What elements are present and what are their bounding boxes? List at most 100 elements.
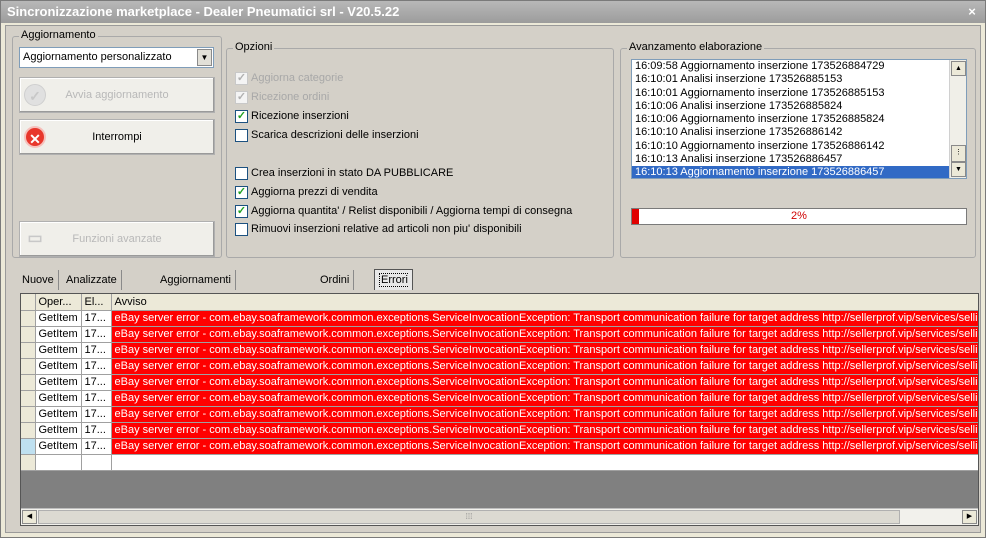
cell-avviso[interactable]: eBay server error - com.ebay.soaframewor… xyxy=(111,374,978,391)
tab-2[interactable]: Aggiornamenti effettuati (598) xyxy=(156,270,236,306)
tab-0[interactable]: Nuove xyxy=(18,270,59,290)
table-row[interactable]: GetItem 17... eBay server error - com.ebay… xyxy=(21,438,978,455)
option-5[interactable]: ✓ Aggiorna prezzi di vendita xyxy=(235,185,378,201)
log-line[interactable]: 16:10:13 Aggiornamento inserzione 173526… xyxy=(632,166,966,178)
table-row[interactable]: GetItem 17... eBay server error - com.ebay… xyxy=(21,342,978,359)
column-header-elemento[interactable]: El... xyxy=(81,294,112,311)
option-checkbox[interactable]: ✓ xyxy=(235,90,248,104)
option-checkbox[interactable] xyxy=(235,166,248,180)
table-row[interactable]: GetItem 17... eBay server error - com.ebay… xyxy=(21,390,978,407)
option-checkbox[interactable]: ✓ xyxy=(235,185,248,199)
row-header[interactable] xyxy=(21,342,36,359)
cell-avviso[interactable]: eBay server error - com.ebay.soaframewor… xyxy=(111,390,978,407)
cell-operazione[interactable]: GetItem xyxy=(35,390,82,407)
cell-operazione[interactable]: GetItem xyxy=(35,406,82,423)
cell-operazione[interactable]: GetItem xyxy=(35,310,82,327)
option-checkbox[interactable] xyxy=(235,128,248,142)
log-line[interactable]: 16:10:06 Aggiornamento inserzione 173526… xyxy=(632,113,966,126)
close-icon[interactable]: × xyxy=(965,1,979,23)
table-row[interactable]: GetItem 17... eBay server error - com.ebay… xyxy=(21,358,978,375)
cell-elemento[interactable]: 17... xyxy=(81,326,112,343)
cell-operazione[interactable]: GetItem xyxy=(35,422,82,439)
option-checkbox[interactable]: ✓ xyxy=(235,109,248,123)
log-line[interactable]: 16:10:10 Analisi inserzione 173526886142 xyxy=(632,126,966,139)
grid-hscrollbar[interactable]: ◀ ⁞⁞⁞ ▶ xyxy=(21,508,978,525)
advanced-functions-button[interactable]: ▭ Funzioni avanzate xyxy=(19,221,215,257)
cell-avviso[interactable]: eBay server error - com.ebay.soaframewor… xyxy=(111,342,978,359)
empty-cell[interactable] xyxy=(35,454,82,471)
tab-1[interactable]: Analizzate (738) xyxy=(62,270,122,306)
log-line[interactable]: 16:10:10 Aggiornamento inserzione 173526… xyxy=(632,140,966,153)
option-checkbox[interactable]: ✓ xyxy=(235,71,248,85)
cell-operazione[interactable]: GetItem xyxy=(35,438,82,455)
column-header-avviso[interactable]: Avviso xyxy=(111,294,978,311)
log-line[interactable]: 16:10:01 Aggiornamento inserzione 173526… xyxy=(632,87,966,100)
log-listbox[interactable]: 16:09:58 Aggiornamento inserzione 173526… xyxy=(631,59,967,179)
cell-avviso[interactable]: eBay server error - com.ebay.soaframewor… xyxy=(111,310,978,327)
option-1[interactable]: ✓ Ricezione ordini xyxy=(235,90,329,106)
table-row[interactable]: GetItem 17... eBay server error - com.ebay… xyxy=(21,406,978,423)
cell-avviso[interactable]: eBay server error - com.ebay.soaframewor… xyxy=(111,438,978,455)
empty-cell[interactable] xyxy=(111,454,978,471)
cell-operazione[interactable]: GetItem xyxy=(35,342,82,359)
table-row[interactable]: GetItem 17... eBay server error - com.ebay… xyxy=(21,310,978,327)
cell-operazione[interactable]: GetItem xyxy=(35,374,82,391)
cell-operazione[interactable]: GetItem xyxy=(35,326,82,343)
cell-elemento[interactable]: 17... xyxy=(81,438,112,455)
chevron-down-icon[interactable]: ▼ xyxy=(197,49,212,66)
option-4[interactable]: Crea inserzioni in stato DA PUBBLICARE xyxy=(235,166,453,182)
scroll-right-icon[interactable]: ▶ xyxy=(962,510,977,524)
document-icon: ▭ xyxy=(27,230,43,247)
cell-elemento[interactable]: 17... xyxy=(81,374,112,391)
option-2[interactable]: ✓ Ricezione inserzioni xyxy=(235,109,349,125)
cell-elemento[interactable]: 17... xyxy=(81,390,112,407)
row-header[interactable] xyxy=(21,310,36,327)
scroll-thumb[interactable]: ⋮ xyxy=(951,145,966,162)
log-scrollbar[interactable]: ▲ ⋮ ▼ xyxy=(949,60,966,178)
log-line[interactable]: 16:10:01 Analisi inserzione 173526885153 xyxy=(632,73,966,86)
table-row[interactable]: GetItem 17... eBay server error - com.ebay… xyxy=(21,374,978,391)
cell-elemento[interactable]: 17... xyxy=(81,310,112,327)
row-header[interactable] xyxy=(21,374,36,391)
cell-avviso[interactable]: eBay server error - com.ebay.soaframewor… xyxy=(111,406,978,423)
update-mode-select[interactable]: Aggiornamento personalizzato ▼ xyxy=(19,47,214,68)
option-7[interactable]: Rimuovi inserzioni relative ad articoli … xyxy=(235,222,522,238)
option-checkbox[interactable]: ✓ xyxy=(235,204,248,218)
log-line[interactable]: 16:09:58 Aggiornamento inserzione 173526… xyxy=(632,60,966,73)
cell-avviso[interactable]: eBay server error - com.ebay.soaframewor… xyxy=(111,358,978,375)
title-bar: Sincronizzazione marketplace - Dealer Pn… xyxy=(1,1,985,23)
cell-avviso[interactable]: eBay server error - com.ebay.soaframewor… xyxy=(111,326,978,343)
cell-elemento[interactable]: 17... xyxy=(81,358,112,375)
tab-4[interactable]: Errori (9) xyxy=(374,269,413,307)
table-row[interactable]: GetItem 17... eBay server error - com.ebay… xyxy=(21,326,978,343)
cell-elemento[interactable]: 17... xyxy=(81,422,112,439)
cell-elemento[interactable]: 17... xyxy=(81,406,112,423)
option-checkbox[interactable] xyxy=(235,222,248,236)
row-header[interactable] xyxy=(21,406,36,423)
log-line[interactable]: 16:10:06 Analisi inserzione 173526885824 xyxy=(632,100,966,113)
new-row[interactable] xyxy=(21,454,978,471)
scroll-up-icon[interactable]: ▲ xyxy=(951,61,966,76)
empty-cell[interactable] xyxy=(21,454,36,471)
column-header-operazione[interactable]: Oper... xyxy=(35,294,82,311)
row-header[interactable] xyxy=(21,390,36,407)
option-0[interactable]: ✓ Aggiorna categorie xyxy=(235,71,343,87)
scroll-down-icon[interactable]: ▼ xyxy=(951,162,966,177)
scroll-left-icon[interactable]: ◀ xyxy=(22,510,37,524)
log-line[interactable]: 16:10:13 Analisi inserzione 173526886457 xyxy=(632,153,966,166)
row-header[interactable] xyxy=(21,422,36,439)
cell-elemento[interactable]: 17... xyxy=(81,342,112,359)
row-header[interactable] xyxy=(21,358,36,375)
table-row[interactable]: GetItem 17... eBay server error - com.ebay… xyxy=(21,422,978,439)
empty-cell[interactable] xyxy=(81,454,112,471)
option-6[interactable]: ✓ Aggiorna quantita' / Relist disponibili… xyxy=(235,204,572,220)
stop-button[interactable]: ✕ Interrompi xyxy=(19,119,215,155)
tab-3[interactable]: Ordini (2) xyxy=(316,270,355,306)
cell-avviso[interactable]: eBay server error - com.ebay.soaframewor… xyxy=(111,422,978,439)
cell-operazione[interactable]: GetItem xyxy=(35,358,82,375)
hscroll-thumb[interactable]: ⁞⁞⁞ xyxy=(38,510,900,524)
row-header[interactable] xyxy=(21,438,36,455)
start-update-button[interactable]: ✓ Avvia aggiornamento xyxy=(19,77,215,113)
option-3[interactable]: Scarica descrizioni delle inserzioni xyxy=(235,128,419,144)
row-header[interactable] xyxy=(21,326,36,343)
